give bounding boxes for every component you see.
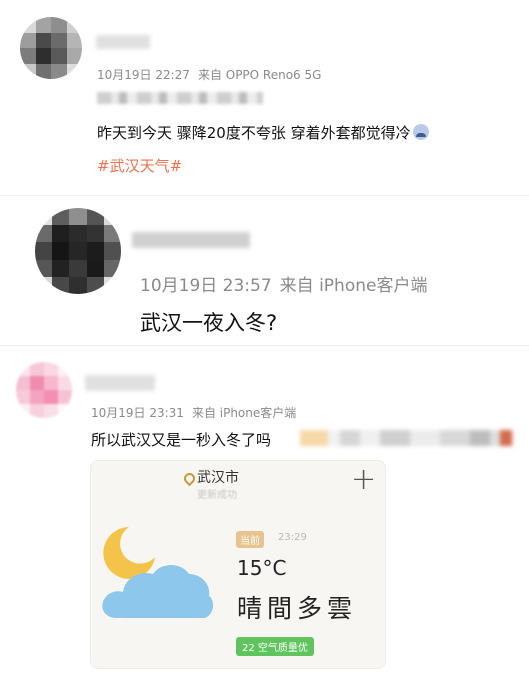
current-badge: 当前 [236,531,264,548]
cold-face-emoji-icon [412,124,429,140]
redacted-line [97,92,263,104]
username-redacted[interactable] [96,35,150,49]
post-2: 10月19日 23:57 来自 iPhone客户端 武汉一夜入冬? [0,195,529,345]
post-time[interactable]: 10月19日 23:31 [91,406,184,420]
avatar[interactable] [35,208,121,294]
post-meta: 10月19日 23:31 来自 iPhone客户端 [91,404,296,421]
aqi-badge: 22 空气质量优 [236,637,314,656]
post-meta: 10月19日 23:57 来自 iPhone客户端 [140,271,427,296]
avatar[interactable] [20,17,82,79]
cloud-icon [102,565,214,618]
avatar[interactable] [16,362,72,418]
post-source: 来自 OPPO Reno6 5G [197,68,322,82]
plus-icon: + [351,462,377,497]
post-text: 武汉一夜入冬? [140,311,278,335]
post-text: 所以武汉又是一秒入冬了吗 [91,431,272,449]
weather-condition: 晴間多雲 [237,594,358,623]
post-time[interactable]: 10月19日 22:27 [97,68,190,82]
weather-location-sub: 更新成功 [197,490,237,501]
post-source: 来自 iPhone客户端 [279,276,428,296]
post-time[interactable]: 10月19日 23:57 [140,276,272,296]
post-meta: 10月19日 22:27 来自 OPPO Reno6 5G [97,66,321,83]
username-redacted[interactable] [85,375,155,391]
post-text: 昨天到今天 骤降20度不夸张 穿着外套都觉得冷 [97,122,429,143]
post-3: 10月19日 23:31 来自 iPhone客户端 所以武汉又是一秒入冬了吗 武汉… [0,345,529,692]
post-1: 10月19日 22:27 来自 OPPO Reno6 5G 昨天到今天 骤降20度… [0,0,529,195]
post-text-body: 昨天到今天 骤降20度不夸张 穿着外套都觉得冷 [97,124,411,142]
redacted-text [300,430,514,446]
weather-card-image[interactable]: 武汉市 更新成功 + 当前 23:29 15°C 晴間多雲 22 空气质量优 [90,460,386,669]
location-pin-icon [181,470,198,487]
temperature: 15°C [237,556,287,580]
weather-time: 23:29 [278,532,307,543]
hashtag-link[interactable]: #武汉天气# [97,155,182,176]
post-source: 来自 iPhone客户端 [191,406,297,420]
username-redacted[interactable] [132,232,250,248]
weather-city: 武汉市 [197,470,239,486]
